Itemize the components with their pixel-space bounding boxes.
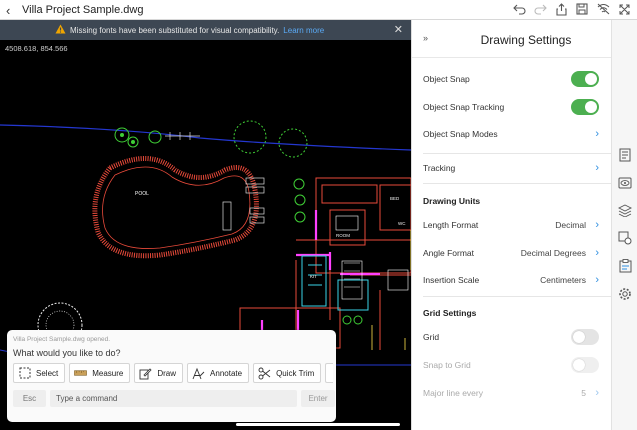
settings-icon[interactable] [618,287,632,301]
angle-format-value: Decimal Degrees [520,248,586,258]
object-snap-label: Object Snap [423,74,470,84]
command-status: Villa Project Sample.dwg opened. [13,336,111,343]
command-input[interactable] [50,390,297,407]
chevron-right-icon: › [595,128,599,140]
grid-toggle[interactable] [571,329,599,345]
fullscreen-icon[interactable] [617,2,631,16]
command-input-row: Esc Enter [13,390,335,407]
blocks-icon[interactable] [618,231,632,245]
measure-button[interactable]: Measure [69,363,131,383]
redo-icon[interactable] [533,2,547,16]
window-title: Villa Project Sample.dwg [22,3,144,16]
home-indicator[interactable] [236,423,400,426]
layers-icon[interactable] [618,203,632,217]
quick-tools: Select Measure Draw Annotate Quick Trim [13,363,334,383]
properties-icon[interactable] [618,148,632,162]
toolbar-icons [512,2,631,16]
insertion-scale-row[interactable]: Insertion Scale Centimeters › [412,266,612,294]
angle-format-label: Angle Format [423,248,475,258]
divider [423,183,612,184]
svg-text:WC: WC [398,221,406,226]
select-button[interactable]: Select [13,363,66,383]
enter-button[interactable]: Enter [301,390,335,407]
more-tools-button[interactable] [325,363,334,383]
select-label: Select [36,368,59,378]
snap-to-grid-label: Snap to Grid [423,360,471,370]
chevron-right-icon: › [595,387,599,399]
snap-to-grid-row: Snap to Grid [412,351,612,379]
snap-to-grid-toggle [571,357,599,373]
learn-more-link[interactable]: Learn more [283,26,324,35]
esc-button[interactable]: Esc [13,390,46,407]
svg-text:KIT: KIT [310,274,317,279]
object-snap-tracking-toggle[interactable] [571,99,599,115]
svg-text:ROOM: ROOM [336,233,350,238]
scissors-icon [258,367,271,380]
view-icon[interactable] [618,176,632,190]
panel-header: » Drawing Settings [412,20,612,58]
drawing-canvas[interactable]: ROOM BED KIT WC POOL Missing fonts have bee… [0,20,411,430]
length-format-label: Length Format [423,220,479,230]
object-snap-tracking-label: Object Snap Tracking [423,102,505,112]
pool-label: POOL [135,191,149,197]
length-format-row[interactable]: Length Format Decimal › [412,211,612,239]
back-chevron-icon[interactable]: ‹ [6,3,10,18]
grid-row[interactable]: Grid [412,323,612,351]
tracking-label: Tracking [423,163,456,173]
banner-message: Missing fonts have been substituted for … [70,25,280,35]
save-icon[interactable] [575,2,589,16]
ruler-icon [74,367,88,380]
length-format-value: Decimal [555,220,586,230]
command-prompt: What would you like to do? [13,348,121,358]
share-icon[interactable] [554,2,568,16]
chevron-right-icon: › [595,247,599,259]
draw-icon [139,367,152,380]
chevron-right-icon: › [595,162,599,174]
grid-settings-header: Grid Settings [423,308,477,318]
coordinate-readout: 4508.618, 854.566 [5,44,68,53]
title-bar: ‹ Villa Project Sample.dwg [0,0,637,20]
select-icon [18,367,31,380]
object-snap-modes-label: Object Snap Modes [423,129,498,139]
command-line-panel: Villa Project Sample.dwg opened. What wo… [7,330,336,422]
major-line-every-label: Major line every [423,388,483,398]
insertion-scale-value: Centimeters [540,275,586,285]
annotate-label: Annotate [210,368,243,378]
major-line-every-value: 5 [581,388,586,398]
drawing-settings-panel: » Drawing Settings Object Snap Object Sn… [411,20,612,430]
annotate-icon [192,367,205,380]
missing-fonts-banner: Missing fonts have been substituted for … [0,20,411,40]
object-snap-row[interactable]: Object Snap [412,65,612,93]
drawing-units-header: Drawing Units [423,196,481,206]
draw-button[interactable]: Draw [134,363,184,383]
tracking-row[interactable]: Tracking › [412,154,612,182]
right-tool-rail [611,20,637,430]
annotate-button[interactable]: Annotate [187,363,250,383]
quick-trim-label: Quick Trim [276,368,315,378]
divider [423,296,612,297]
undo-icon[interactable] [512,2,526,16]
chevron-right-icon: › [595,219,599,231]
warning-icon [55,24,66,36]
draw-label: Draw [157,368,177,378]
major-line-every-row: Major line every 5 › [412,379,612,407]
grid-label: Grid [423,332,440,342]
quick-trim-button[interactable]: Quick Trim [253,363,322,383]
panel-title: Drawing Settings [480,33,572,47]
object-snap-modes-row[interactable]: Object Snap Modes › [412,120,612,148]
object-snap-toggle[interactable] [571,71,599,87]
measure-label: Measure [92,368,124,378]
insertion-scale-label: Insertion Scale [423,275,480,285]
svg-text:BED: BED [390,196,400,201]
pool-outline [92,156,259,259]
chevron-right-icon: › [595,274,599,286]
object-snap-tracking-row[interactable]: Object Snap Tracking [412,93,612,121]
close-icon[interactable]: ✕ [394,23,403,36]
no-wifi-icon[interactable] [596,2,610,16]
clipboard-icon[interactable] [618,259,632,273]
angle-format-row[interactable]: Angle Format Decimal Degrees › [412,239,612,267]
